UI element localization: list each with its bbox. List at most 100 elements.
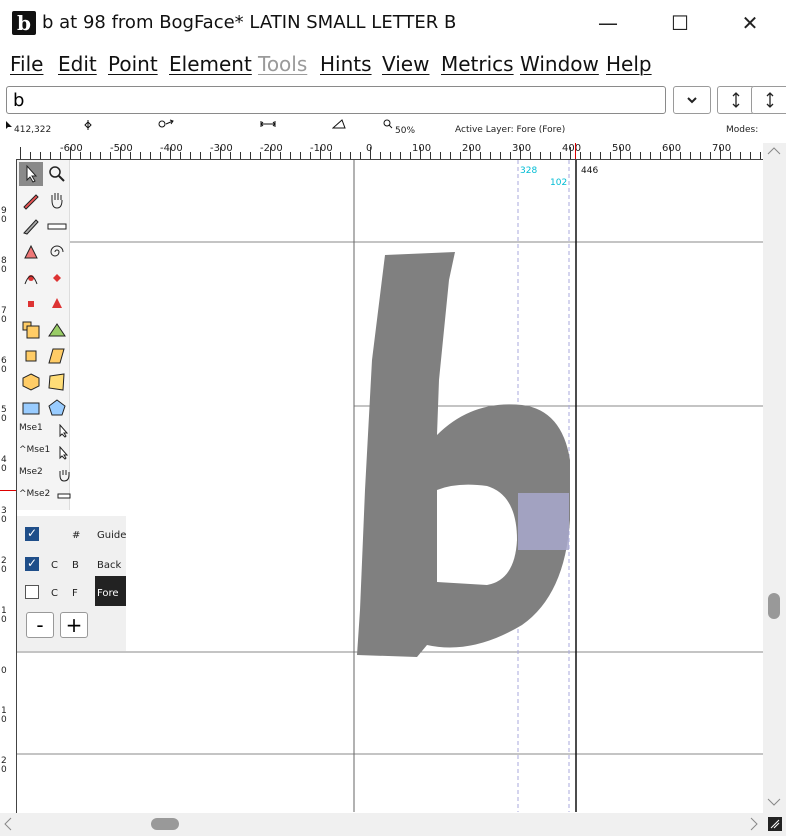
ruler-tick xyxy=(440,152,441,159)
tangent-point-tool[interactable] xyxy=(45,292,69,316)
layer-row-guide[interactable]: # Guide xyxy=(17,520,126,548)
menu-hints[interactable]: Hints xyxy=(320,52,372,76)
flip-tool[interactable] xyxy=(45,318,69,342)
ruler-tick xyxy=(200,152,201,159)
spiro-tool[interactable] xyxy=(45,240,69,264)
minimize-button[interactable]: — xyxy=(588,8,628,38)
menu-element[interactable]: Element xyxy=(169,52,252,76)
ruler-tick xyxy=(650,152,651,159)
freehand-tool[interactable] xyxy=(19,188,43,212)
menu-view[interactable]: View xyxy=(382,52,429,76)
scroll-tool[interactable] xyxy=(45,188,69,212)
perspective-tool[interactable] xyxy=(45,370,69,394)
magnify-tool[interactable] xyxy=(45,162,69,186)
close-button[interactable]: ✕ xyxy=(730,8,770,38)
glyph-name-input[interactable] xyxy=(6,86,666,114)
3d-rotate-tool[interactable] xyxy=(19,370,43,394)
corner-point-icon xyxy=(28,301,34,307)
curve-point-tool[interactable] xyxy=(19,266,43,290)
pentagon-icon xyxy=(48,399,66,416)
mouse-label: Mse1 xyxy=(19,423,43,433)
knife-tool[interactable] xyxy=(19,214,43,238)
remove-layer-button[interactable]: - xyxy=(26,612,54,638)
ruler-label: 4 0 xyxy=(1,455,7,474)
glyph-editor-svg[interactable]: 328 102 446 xyxy=(17,160,763,812)
menu-bar: File Edit Point Element Tools Hints View… xyxy=(0,48,786,82)
layer-row-fore[interactable]: C F Fore xyxy=(17,576,126,606)
layer-visible-checkbox[interactable] xyxy=(25,526,39,541)
ruler-label: 400 xyxy=(562,143,582,154)
horizontal-scrollbar[interactable] xyxy=(0,813,786,836)
cube-icon xyxy=(22,373,40,391)
toolbox: Mse1 ^Mse1 Mse2 ^Mse2 xyxy=(17,160,71,510)
polygon-tool[interactable] xyxy=(45,396,69,420)
menu-edit[interactable]: Edit xyxy=(58,52,97,76)
ruler-label: 7 0 xyxy=(1,306,7,325)
kern-up-button[interactable] xyxy=(717,86,755,114)
skew-icon xyxy=(48,348,65,364)
maximize-button[interactable]: ☐ xyxy=(660,8,700,38)
ruler-tick xyxy=(280,152,281,159)
glyph-canvas[interactable]: 328 102 446 xyxy=(17,160,763,812)
scroll-left-icon[interactable] xyxy=(4,817,12,831)
vertical-scrollbar[interactable] xyxy=(763,143,786,813)
kern-down-button[interactable] xyxy=(751,86,786,114)
vertical-scroll-thumb[interactable] xyxy=(768,593,780,619)
menu-file[interactable]: File xyxy=(10,52,43,76)
layer-col2: # xyxy=(72,530,81,541)
layer-visible-checkbox[interactable] xyxy=(25,556,39,571)
scale-tool[interactable] xyxy=(19,318,43,342)
layer-visible-checkbox[interactable] xyxy=(25,585,39,599)
menu-window[interactable]: Window xyxy=(520,52,599,76)
menu-metrics[interactable]: Metrics xyxy=(441,52,514,76)
vertical-ruler: 9 0 8 0 7 0 6 0 5 0 4 0 3 0 2 0 1 0 0 1 … xyxy=(0,159,17,813)
ruler-icon xyxy=(57,493,71,499)
ruler-tick xyxy=(330,152,331,159)
pointer-tool[interactable] xyxy=(19,162,43,186)
menu-help[interactable]: Help xyxy=(606,52,652,76)
corner-point-tool[interactable] xyxy=(19,292,43,316)
menu-tools[interactable]: Tools xyxy=(258,52,307,76)
scroll-up-icon[interactable] xyxy=(767,147,781,155)
ruler-tick xyxy=(530,152,531,159)
size-grip-icon[interactable] xyxy=(768,817,782,831)
horizontal-scroll-thumb[interactable] xyxy=(151,818,179,830)
rectangle-tool[interactable] xyxy=(19,396,43,420)
modes-label: Modes: xyxy=(726,125,759,135)
cursor-marker xyxy=(575,143,576,159)
skew-tool[interactable] xyxy=(45,344,69,368)
mouse-label: ^Mse1 xyxy=(19,445,51,455)
scroll-down-icon[interactable] xyxy=(767,798,781,806)
layer-col2: F xyxy=(72,588,78,599)
ruler-label: 100 xyxy=(412,143,432,154)
horizontal-ruler: -600 -500 -400 -300 -200 -100 0 100 200 … xyxy=(16,143,766,160)
glyph-dropdown-button[interactable] xyxy=(673,86,711,114)
ruler-tick xyxy=(520,147,521,159)
ruler-tick xyxy=(50,152,51,159)
layer-row-back[interactable]: C B Back xyxy=(17,550,126,578)
ruler-tick xyxy=(140,152,141,159)
ruler-tick xyxy=(160,152,161,159)
ruler-label: 2 0 xyxy=(1,756,7,775)
ruler-tick xyxy=(610,152,611,159)
ruler-label: 9 0 xyxy=(1,206,7,225)
ruler-tick xyxy=(70,147,71,159)
ruler-label: 700 xyxy=(712,143,732,154)
add-layer-button[interactable]: + xyxy=(60,612,88,638)
ruler-tool[interactable] xyxy=(45,214,69,238)
ruler-tick xyxy=(180,152,181,159)
ruler-label: 200 xyxy=(462,143,482,154)
rotate-tool[interactable] xyxy=(19,344,43,368)
ruler-label: 600 xyxy=(662,143,682,154)
scroll-right-icon[interactable] xyxy=(750,817,758,831)
ruler-tick xyxy=(100,152,101,159)
ruler-tick xyxy=(580,152,581,159)
ruler-tick xyxy=(270,147,271,159)
ruler-tick xyxy=(660,152,661,159)
glyph-outline[interactable] xyxy=(357,252,570,657)
menu-point[interactable]: Point xyxy=(108,52,158,76)
ruler-tick xyxy=(720,147,721,159)
pen-tool[interactable] xyxy=(19,240,43,264)
hv-curve-tool[interactable] xyxy=(45,266,69,290)
ruler-label: 300 xyxy=(512,143,532,154)
